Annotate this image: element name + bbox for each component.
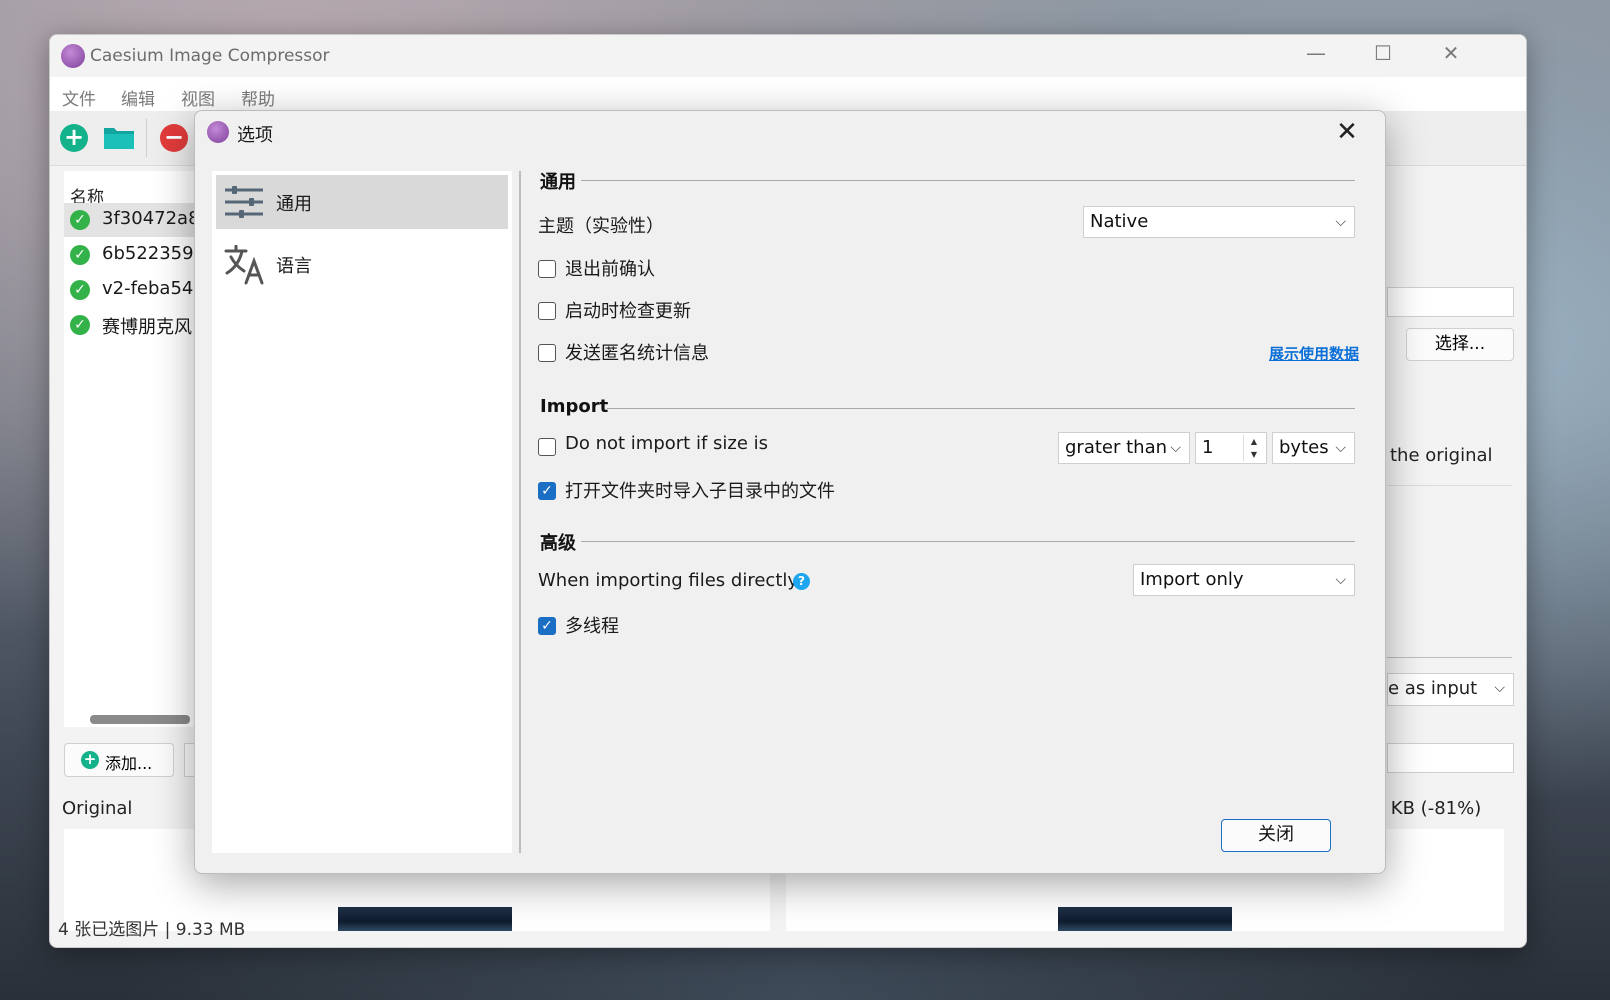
output-folder-input[interactable] bbox=[1387, 287, 1514, 317]
format-select-value: e as input bbox=[1388, 678, 1478, 699]
sliders-icon bbox=[224, 185, 264, 219]
open-folder-icon[interactable] bbox=[103, 124, 135, 150]
check-icon: ✓ bbox=[70, 280, 90, 300]
file-row[interactable]: ✓ 3f30472a8 bbox=[64, 203, 200, 237]
send-stats-label: 发送匿名统计信息 bbox=[565, 343, 709, 364]
chevron-down-icon: ⌵ bbox=[1170, 440, 1181, 456]
file-name: v2-feba545 bbox=[102, 278, 205, 299]
options-dialog: 选项 ✕ 通用 语言 通用 主题（实验性） Native ⌵ 退出前确认 启动时… bbox=[194, 110, 1386, 874]
window-title: Caesium Image Compressor bbox=[90, 46, 330, 66]
horizontal-scrollbar[interactable] bbox=[90, 715, 190, 724]
file-name: 赛博朋克风 bbox=[102, 317, 192, 338]
chevron-down-icon: ⌵ bbox=[1335, 572, 1346, 588]
original-thumbnail bbox=[338, 907, 512, 931]
settings-nav: 通用 语言 bbox=[212, 171, 512, 853]
direct-import-label: When importing files directly bbox=[538, 570, 799, 591]
translate-icon bbox=[224, 244, 268, 285]
title-bar: Caesium Image Compressor — ☐ ✕ bbox=[50, 35, 1526, 77]
skip-size-label: Do not import if size is bbox=[565, 433, 769, 454]
spin-down-icon[interactable]: ▼ bbox=[1244, 448, 1264, 461]
section-title-import: Import bbox=[540, 396, 609, 417]
nav-label-general: 通用 bbox=[276, 194, 312, 215]
skip-size-checkbox[interactable] bbox=[538, 438, 556, 456]
nav-label-language: 语言 bbox=[276, 256, 312, 277]
import-subfolders-checkbox[interactable]: ✓ bbox=[538, 482, 556, 500]
nav-separator bbox=[519, 171, 521, 853]
menu-view[interactable]: 视图 bbox=[181, 85, 215, 110]
import-subfolders-label: 打开文件夹时导入子目录中的文件 bbox=[565, 481, 835, 502]
maximize-icon[interactable]: ☐ bbox=[1363, 41, 1403, 65]
add-files-icon[interactable]: + bbox=[60, 124, 88, 152]
check-icon: ✓ bbox=[70, 245, 90, 265]
check-icon: ✓ bbox=[70, 315, 90, 335]
section-divider bbox=[581, 541, 1355, 542]
nav-item-language[interactable]: 语言 bbox=[216, 237, 508, 291]
size-comparison-select[interactable]: grater than ⌵ bbox=[1058, 432, 1190, 464]
menu-edit[interactable]: 编辑 bbox=[121, 85, 155, 110]
theme-label: 主题（实验性） bbox=[538, 216, 664, 237]
add-button-label: 添加... bbox=[105, 754, 153, 773]
file-name: 6b5223590 bbox=[102, 243, 206, 264]
divider bbox=[1387, 657, 1512, 658]
chevron-down-icon: ⌵ bbox=[1335, 440, 1346, 456]
size-unit-select[interactable]: bytes ⌵ bbox=[1272, 432, 1355, 464]
status-bar: 4 张已选图片 | 9.33 MB bbox=[58, 920, 246, 940]
compression-options-panel: 选择... the original e as input ⌵ bbox=[1387, 171, 1514, 811]
menu-help[interactable]: 帮助 bbox=[241, 85, 275, 110]
check-icon: ✓ bbox=[70, 210, 90, 230]
check-updates-checkbox[interactable] bbox=[538, 302, 556, 320]
file-row[interactable]: ✓ 赛博朋克风 bbox=[64, 308, 200, 342]
original-label: Original bbox=[62, 798, 133, 819]
direct-import-select[interactable]: Import only ⌵ bbox=[1133, 564, 1355, 596]
section-divider bbox=[581, 180, 1355, 181]
compressed-thumbnail bbox=[1058, 907, 1232, 931]
spinner-buttons: ▲ ▼ bbox=[1243, 435, 1264, 461]
size-value: 1 bbox=[1202, 437, 1214, 458]
help-icon[interactable]: ? bbox=[793, 573, 810, 590]
section-title-advanced: 高级 bbox=[540, 533, 576, 554]
suffix-input[interactable] bbox=[1387, 743, 1514, 773]
toolbar-divider bbox=[146, 119, 147, 157]
close-icon[interactable]: ✕ bbox=[1431, 41, 1471, 65]
section-divider bbox=[607, 408, 1355, 409]
dialog-title-bar: 选项 ✕ bbox=[195, 111, 1385, 155]
multithread-checkbox[interactable]: ✓ bbox=[538, 617, 556, 635]
send-stats-checkbox[interactable] bbox=[538, 344, 556, 362]
section-title-general: 通用 bbox=[540, 172, 576, 193]
minimize-icon[interactable]: — bbox=[1296, 41, 1336, 65]
close-button[interactable]: 关闭 bbox=[1221, 819, 1331, 852]
menu-file[interactable]: 文件 bbox=[62, 85, 96, 110]
divider bbox=[1387, 485, 1512, 486]
select-folder-button[interactable]: 选择... bbox=[1406, 328, 1514, 361]
menu-bar: 文件 编辑 视图 帮助 bbox=[50, 77, 1526, 111]
size-unit-value: bytes bbox=[1279, 437, 1329, 458]
dialog-title: 选项 bbox=[237, 125, 273, 146]
check-updates-label: 启动时检查更新 bbox=[565, 301, 691, 322]
app-logo-icon bbox=[61, 44, 85, 68]
show-usage-data-link[interactable]: 展示使用数据 bbox=[1269, 343, 1359, 364]
file-row[interactable]: ✓ v2-feba545 bbox=[64, 273, 205, 307]
theme-select-value: Native bbox=[1090, 211, 1149, 232]
file-name: 3f30472a8 bbox=[102, 208, 200, 229]
file-row[interactable]: ✓ 6b5223590 bbox=[64, 238, 205, 272]
confirm-exit-label: 退出前确认 bbox=[565, 259, 655, 280]
direct-import-value: Import only bbox=[1140, 569, 1244, 590]
spin-up-icon[interactable]: ▲ bbox=[1244, 435, 1264, 448]
dialog-close-icon[interactable]: ✕ bbox=[1327, 115, 1367, 149]
file-list: 名称 ✓ 3f30472a8 ✓ 6b5223590 ✓ v2-feba545 … bbox=[64, 171, 205, 727]
chevron-down-icon: ⌵ bbox=[1494, 680, 1505, 696]
remove-files-icon[interactable]: − bbox=[160, 124, 188, 152]
theme-select[interactable]: Native ⌵ bbox=[1083, 206, 1355, 238]
size-comparison-value: grater than bbox=[1065, 437, 1168, 458]
add-icon: + bbox=[81, 751, 99, 769]
format-select[interactable]: e as input ⌵ bbox=[1387, 673, 1514, 706]
nav-item-general[interactable]: 通用 bbox=[216, 175, 508, 229]
multithread-label: 多线程 bbox=[565, 616, 619, 637]
confirm-exit-checkbox[interactable] bbox=[538, 260, 556, 278]
app-logo-icon bbox=[207, 121, 229, 143]
add-button[interactable]: + 添加... bbox=[64, 743, 174, 777]
size-value-spinbox[interactable]: 1 ▲ ▼ bbox=[1195, 432, 1267, 464]
keep-original-label: the original bbox=[1390, 445, 1493, 466]
chevron-down-icon: ⌵ bbox=[1335, 214, 1346, 230]
